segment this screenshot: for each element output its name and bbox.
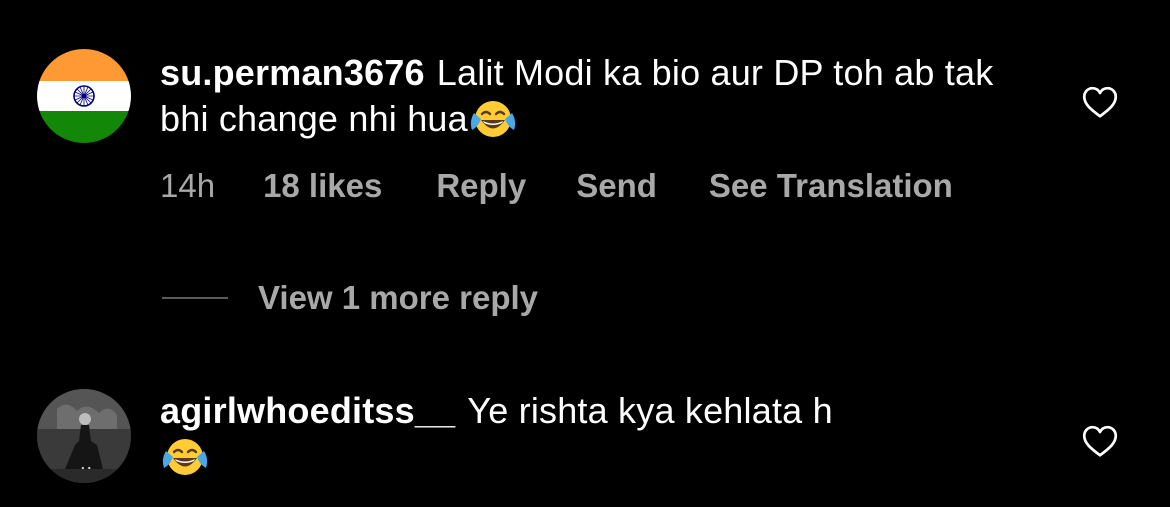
avatar[interactable]	[37, 49, 131, 143]
send-button[interactable]: Send	[576, 167, 657, 205]
comment-text: agirlwhoeditss__ Ye rishta kya kehlata h	[160, 388, 1040, 480]
timestamp: 14h	[160, 167, 216, 204]
face-with-tears-of-joy-icon	[468, 97, 518, 141]
avatar[interactable]	[37, 389, 131, 483]
profile-photo-icon	[37, 389, 131, 483]
heart-outline-icon[interactable]	[1082, 424, 1118, 458]
divider-line	[162, 297, 228, 299]
view-more-replies-label[interactable]: View 1 more reply	[258, 279, 538, 317]
comment-meta: 14h 18 likes Reply Send See Translation	[160, 167, 953, 205]
username[interactable]: agirlwhoeditss__	[160, 390, 455, 431]
username[interactable]: su.perman3676	[160, 52, 425, 93]
reply-button[interactable]: Reply	[436, 167, 526, 205]
comment-body: Ye rishta kya kehlata h	[467, 390, 833, 431]
likes-count[interactable]: 18 likes	[263, 167, 382, 205]
see-translation-button[interactable]: See Translation	[709, 167, 953, 205]
comment-text: su.perman3676 Lalit Modi ka bio aur DP to…	[160, 50, 1040, 142]
view-more-replies[interactable]: View 1 more reply	[162, 278, 538, 318]
heart-outline-icon[interactable]	[1082, 85, 1118, 119]
indian-flag-icon	[37, 49, 131, 143]
face-with-tears-of-joy-icon	[160, 435, 210, 479]
